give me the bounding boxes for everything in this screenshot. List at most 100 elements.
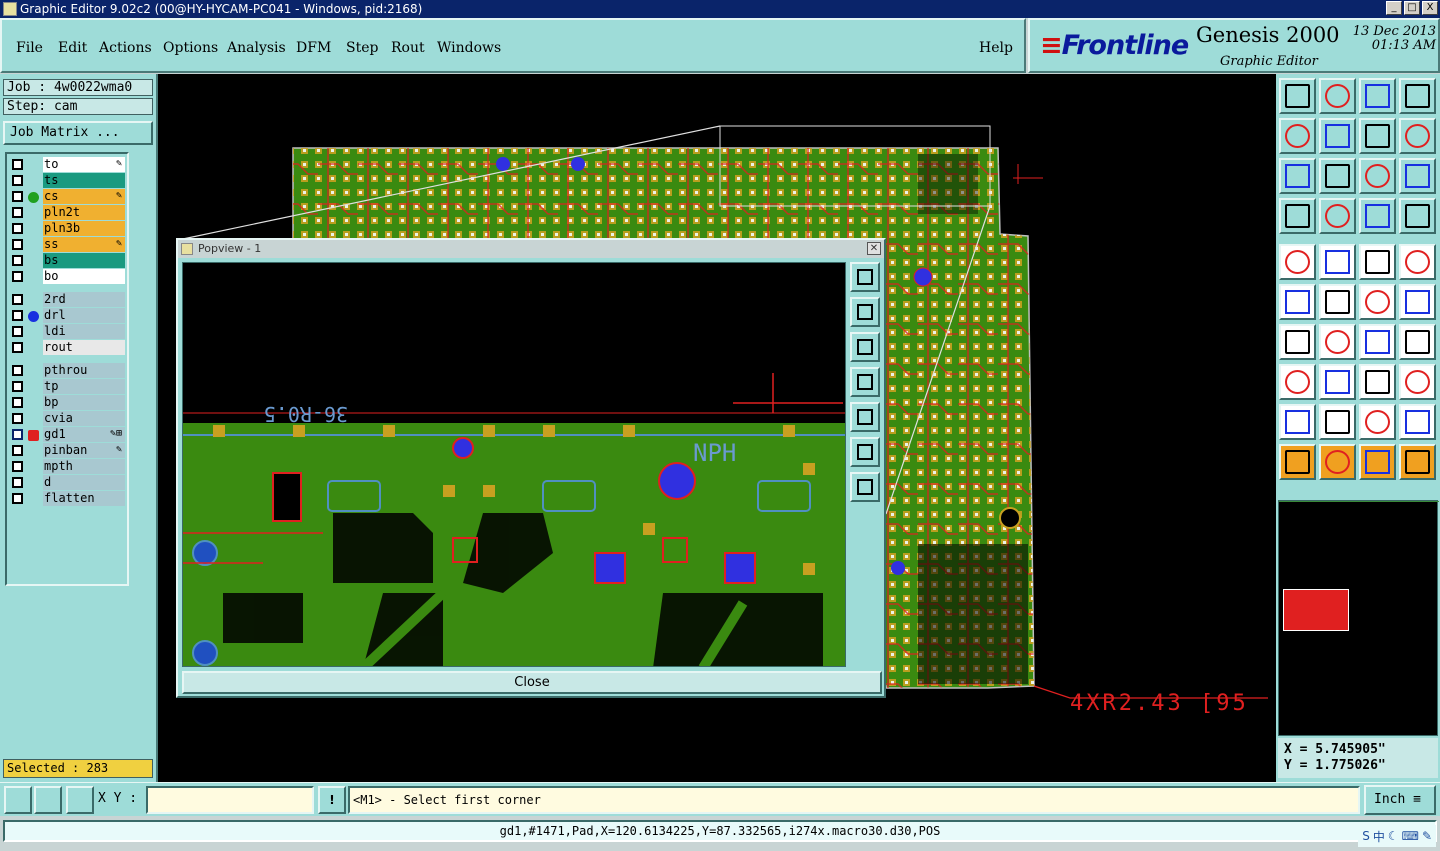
line-blue-button[interactable] [1399,284,1436,320]
layer-checkbox[interactable] [12,381,23,392]
layer-row-flatten[interactable]: flatten [9,491,127,506]
ruler-button[interactable] [1359,244,1396,280]
layer-row-ss[interactable]: ss ✎ [9,237,127,252]
arc-button[interactable] [1359,324,1396,360]
layer-checkbox[interactable] [12,493,23,504]
layer-name[interactable]: bp [43,395,125,410]
menu-dfm[interactable]: DFM [296,40,331,56]
grid-button[interactable] [1319,198,1356,234]
zoom-home-button[interactable] [1279,78,1316,114]
layer-row-pthrou[interactable]: pthrou [9,363,127,378]
slash-button[interactable] [1319,324,1356,360]
layer-checkbox[interactable] [12,413,23,424]
layer-name[interactable]: gd1 ✎⊞ [43,427,125,442]
layer-checkbox[interactable] [12,397,23,408]
layer-checkbox[interactable] [12,207,23,218]
layer-name[interactable]: ss ✎ [43,237,125,252]
layer-checkbox[interactable] [12,294,23,305]
layer-name[interactable]: drl [43,308,125,323]
layer-checkbox[interactable] [12,191,23,202]
layer-name[interactable]: flatten [43,491,125,506]
layer-checkbox[interactable] [12,477,23,488]
layer-checkbox[interactable] [12,223,23,234]
layer-checkbox[interactable] [12,175,23,186]
popview-pan-left-button[interactable] [850,367,880,397]
layers-alt-button[interactable] [1399,198,1436,234]
layer-row-drl[interactable]: drl [9,308,127,323]
menu-help[interactable]: Help [979,40,1013,56]
affected-layer-icon[interactable] [28,430,39,441]
layer-row-tp[interactable]: tp [9,379,127,394]
layer-row-pinban[interactable]: pinban ✎ [9,443,127,458]
popview-close-icon[interactable]: ✕ [867,242,881,255]
layer-checkbox[interactable] [12,461,23,472]
layer-name[interactable]: d [43,475,125,490]
layer-display-dot-icon[interactable] [28,311,39,322]
minimap[interactable] [1278,500,1439,736]
camera-button[interactable] [1279,244,1316,280]
layer-checkbox[interactable] [12,342,23,353]
move-pad-button[interactable] [1279,364,1316,400]
select-box-button[interactable] [1319,444,1356,480]
layer-row-cvia[interactable]: cvia [9,411,127,426]
copy-button[interactable] [1399,364,1436,400]
layer-name[interactable]: cs ✎ [43,189,125,204]
select-outline-button[interactable] [1359,444,1396,480]
layer-checkbox[interactable] [12,310,23,321]
home-button[interactable] [1359,78,1396,114]
chinese-input-icon[interactable]: 中 [1373,828,1385,845]
layer-name[interactable]: rout [43,340,125,355]
layer-checkbox[interactable] [12,271,23,282]
layer-checkbox[interactable] [12,326,23,337]
alert-icon[interactable]: ! [318,786,346,814]
popview-pan-right-button[interactable] [850,402,880,432]
text-button[interactable] [1399,324,1436,360]
zoom-previous-button[interactable] [1319,78,1356,114]
menu-file[interactable]: File [16,40,43,56]
layer-row-pln3b[interactable]: pln3b [9,221,127,236]
close-window-button[interactable]: X [1422,1,1438,15]
dot-select-button[interactable] [1399,244,1436,280]
layer-name[interactable]: ts [43,173,125,188]
layer-display-dot-icon[interactable] [28,192,39,203]
cross-button[interactable] [1319,284,1356,320]
popview-canvas[interactable]: 36-R0.5 NPH [182,262,846,667]
rotate-button[interactable] [1359,118,1396,154]
layer-name[interactable]: tp [43,379,125,394]
menu-rout[interactable]: Rout [391,40,425,56]
menu-step[interactable]: Step [346,40,378,56]
layer-row-ts[interactable]: ts [9,173,127,188]
popview-pan-up-button[interactable] [850,297,880,327]
minimap-viewport[interactable] [1283,589,1349,631]
help-button[interactable] [1399,158,1436,194]
fit-all-button[interactable] [1279,158,1316,194]
keyboard-icon[interactable]: ⌨ [1402,829,1419,843]
layer-row-2rd[interactable]: 2rd [9,292,127,307]
zoom-window-button[interactable] [4,786,32,814]
minimize-button[interactable]: _ [1386,1,1402,15]
job-matrix-button[interactable]: Job Matrix ... [3,121,153,145]
menu-edit[interactable]: Edit [58,40,87,56]
wrench-icon[interactable]: ✎ [1422,829,1432,843]
snap-grid-button[interactable] [66,786,94,814]
layer-row-bs[interactable]: bs [9,253,127,268]
layer-row-to[interactable]: to ✎ [9,157,127,172]
layers-button[interactable] [1359,198,1396,234]
popview-center-button[interactable] [850,472,880,502]
triangle-alt-button[interactable] [1319,404,1356,440]
layer-row-gd1[interactable]: gd1 ✎⊞ [9,427,127,442]
triangle-button[interactable] [1279,404,1316,440]
layer-checkbox[interactable] [12,429,23,440]
layer-row-cs[interactable]: cs ✎ [9,189,127,204]
layer-checkbox[interactable] [12,365,23,376]
scale-ratio-button[interactable] [1359,158,1396,194]
zoom-center-button[interactable] [1319,158,1356,194]
layer-row-pln2t[interactable]: pln2t [9,205,127,220]
popview-close-button[interactable]: Close [182,671,882,694]
line-red-button[interactable] [1359,284,1396,320]
layer-name[interactable]: pinban ✎ [43,443,125,458]
angle-button[interactable] [1279,324,1316,360]
layer-checkbox[interactable] [12,239,23,250]
layer-row-bo[interactable]: bo [9,269,127,284]
layer-name[interactable]: pthrou [43,363,125,378]
